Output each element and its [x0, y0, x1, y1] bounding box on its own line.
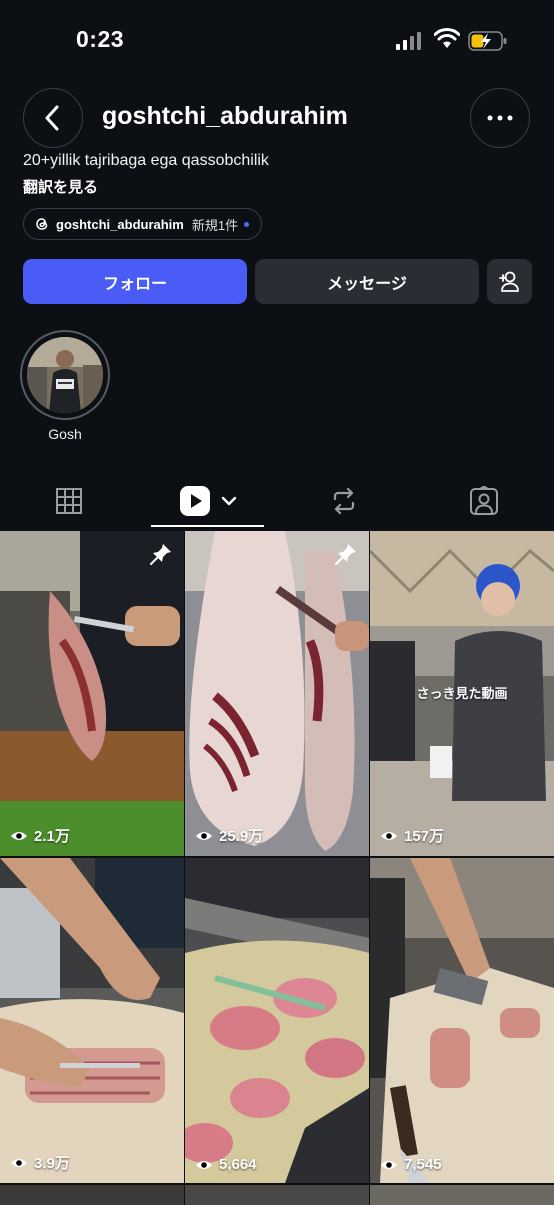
tab-reposts[interactable] [300, 474, 388, 528]
reel-thumbnail[interactable]: 7,545 [370, 858, 554, 1183]
reel-thumbnail-image [370, 858, 554, 1183]
message-button[interactable]: メッセージ [255, 259, 479, 304]
status-bar: 0:23 [0, 0, 554, 80]
view-count: 157万 [380, 825, 444, 846]
active-tab-indicator [151, 525, 264, 527]
reel-thumbnail[interactable]: 5,664 [185, 858, 369, 1183]
cellular-signal-icon [396, 32, 421, 50]
reel-thumbnail-image [0, 531, 184, 856]
more-dots-icon [487, 115, 513, 121]
profile-username: goshtchi_abdurahim [102, 102, 348, 130]
add-person-icon [498, 271, 519, 292]
reel-thumbnail[interactable]: さっき見た動画 157万 [370, 531, 554, 856]
see-translation-link[interactable]: 翻訳を見る [23, 176, 98, 197]
eye-icon [381, 831, 397, 840]
wifi-icon [434, 28, 460, 48]
status-time: 0:23 [76, 26, 125, 52]
suggest-people-button[interactable] [487, 259, 532, 304]
reel-thumbnail-image [0, 858, 184, 1183]
view-count-text: 5,664 [219, 1156, 257, 1173]
chevron-left-icon [45, 105, 59, 131]
view-count-text: 25.9万 [219, 828, 264, 845]
reels-play-icon [179, 486, 210, 516]
reel-thumbnail-partial[interactable] [185, 1185, 369, 1205]
threads-icon [36, 218, 48, 230]
eye-icon [11, 1158, 27, 1167]
reel-thumbnail-image [185, 531, 369, 856]
view-count-text: 2.1万 [34, 828, 70, 845]
tab-tagged[interactable] [440, 474, 528, 528]
tab-posts[interactable] [25, 474, 113, 528]
grid-icon [56, 488, 82, 514]
highlight-cover-image [27, 337, 103, 413]
story-highlight[interactable] [20, 330, 110, 420]
threads-new-count: 新規1件 [191, 217, 239, 233]
reel-thumbnail[interactable]: 3.9万 [0, 858, 184, 1183]
threads-badge[interactable]: goshtchi_abdurahim 新規1件 [23, 208, 263, 240]
view-count: 3.9万 [10, 1152, 70, 1173]
more-options-button[interactable] [470, 88, 530, 148]
view-count: 25.9万 [195, 825, 263, 846]
highlight-label: Gosh [48, 426, 82, 442]
reel-thumbnail-partial[interactable] [370, 1185, 554, 1205]
eye-icon [11, 831, 27, 840]
repost-icon [333, 487, 355, 515]
reel-thumbnail[interactable]: 2.1万 [0, 531, 184, 856]
tagged-person-icon [470, 486, 498, 515]
follow-button[interactable]: フォロー [23, 259, 247, 304]
pin-icon [150, 544, 171, 565]
eye-icon [196, 1160, 212, 1169]
threads-username: goshtchi_abdurahim [56, 216, 184, 232]
chevron-down-icon [221, 496, 236, 506]
view-count-text: 3.9万 [34, 1155, 70, 1172]
eye-icon [381, 1160, 397, 1169]
battery-charging-icon [468, 31, 507, 51]
reel-thumbnail[interactable]: 25.9万 [185, 531, 369, 856]
profile-header: goshtchi_abdurahim [0, 86, 554, 150]
reel-thumbnail-image [185, 858, 369, 1183]
new-indicator-dot [244, 221, 250, 227]
profile-bio: 20+yillik tajribaga ega qassobchilik [23, 152, 269, 169]
recently-watched-label: さっき見た動画 [416, 686, 508, 701]
eye-icon [196, 831, 212, 840]
tab-reels[interactable] [151, 474, 264, 528]
back-button[interactable] [23, 88, 83, 148]
view-count: 2.1万 [10, 825, 70, 846]
pin-icon [335, 544, 356, 565]
view-count-text: 157万 [404, 828, 445, 845]
view-count-text: 7,545 [404, 1156, 442, 1173]
view-count: 5,664 [195, 1156, 257, 1173]
view-count: 7,545 [380, 1156, 442, 1173]
profile-tabs [0, 474, 554, 530]
reel-thumbnail-partial[interactable] [0, 1185, 184, 1205]
